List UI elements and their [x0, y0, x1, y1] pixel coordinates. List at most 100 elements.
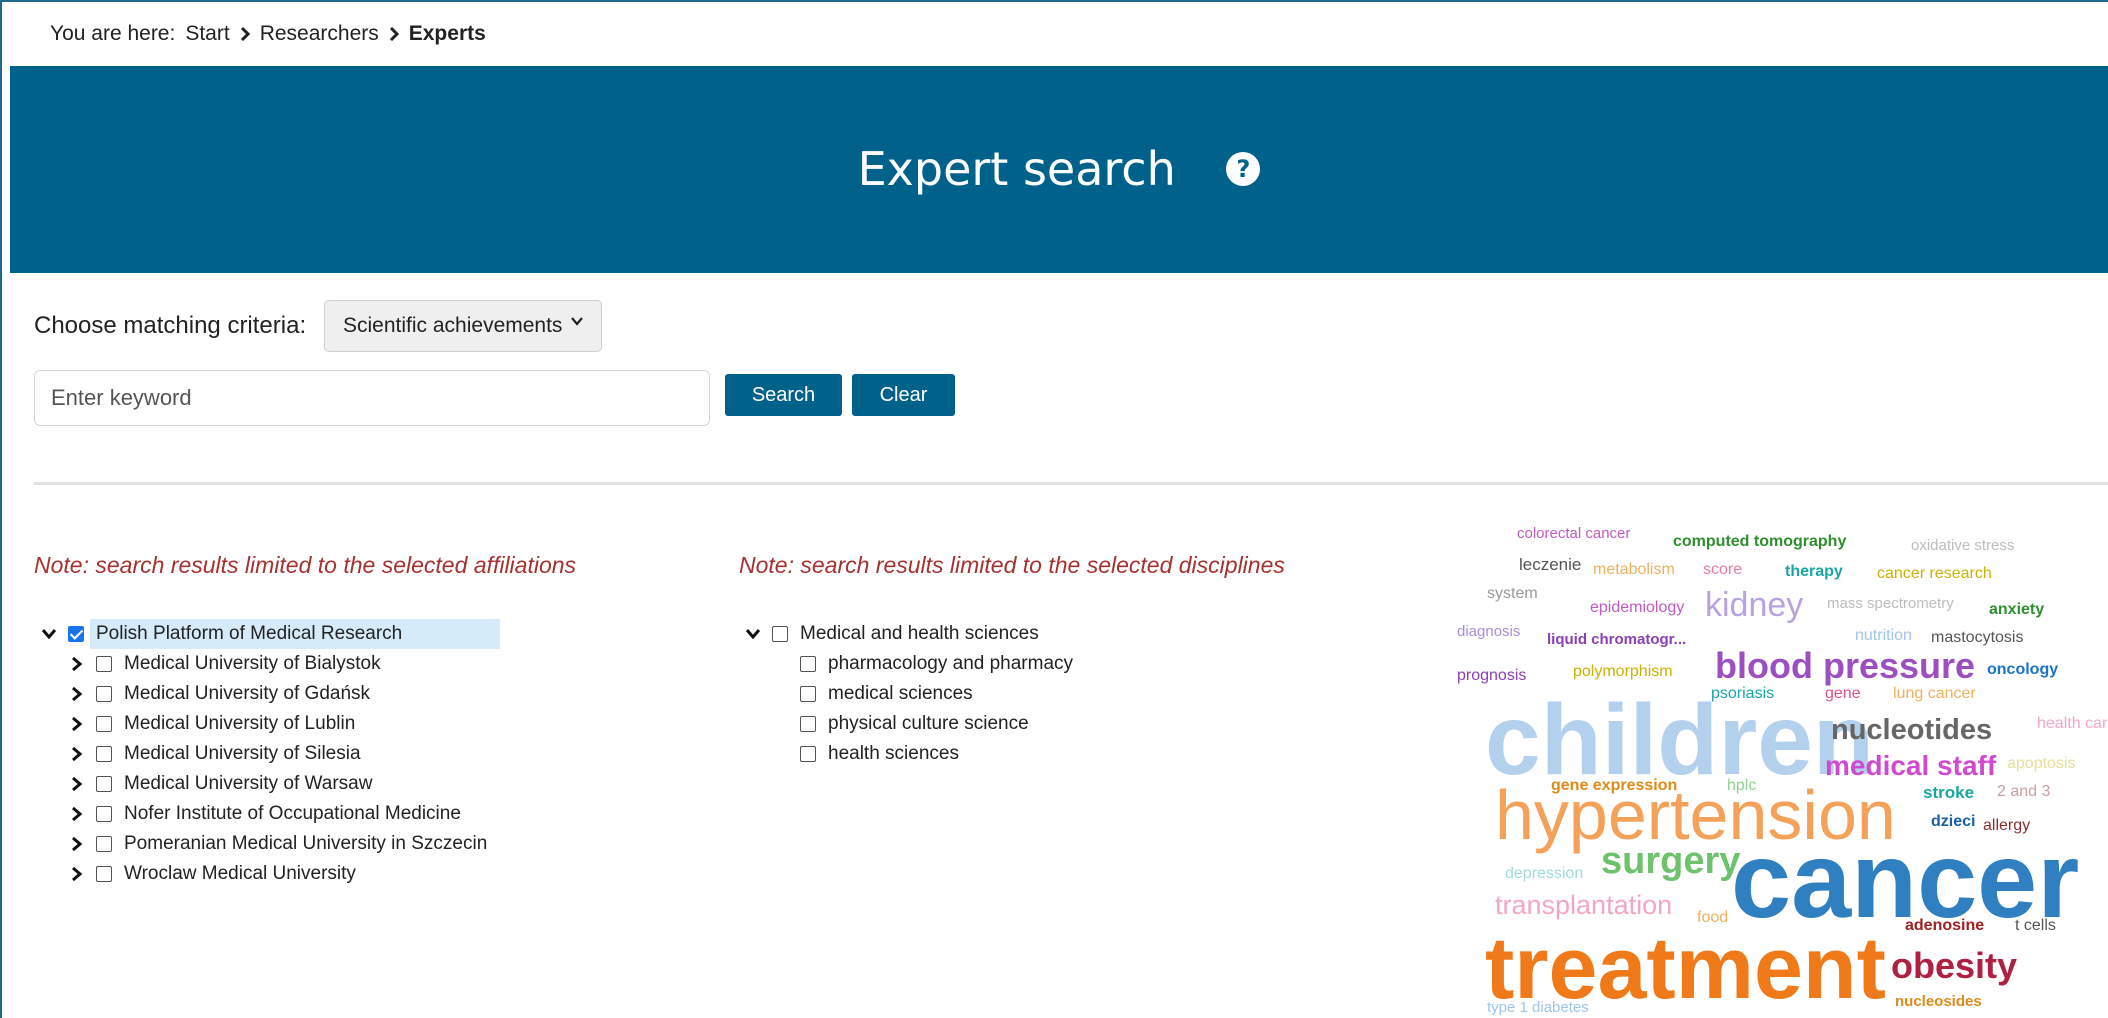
cloud-word[interactable]: colorectal cancer: [1517, 526, 1630, 541]
tree-item-affiliation[interactable]: Medical University of Silesia: [68, 739, 361, 769]
cloud-word[interactable]: obesity: [1891, 948, 2017, 984]
frame-left-border: [0, 0, 10, 1018]
page-banner: Expert search ?: [10, 66, 2108, 273]
tree-item-discipline[interactable]: pharmacology and pharmacy: [800, 649, 1073, 679]
tree-item-affiliation[interactable]: Medical University of Warsaw: [68, 769, 372, 799]
chevron-right-icon: [389, 27, 399, 41]
checkbox[interactable]: [800, 746, 816, 762]
cloud-word[interactable]: stroke: [1923, 784, 1974, 801]
tree-item-affiliation[interactable]: Medical University of Lublin: [68, 709, 355, 739]
cloud-word[interactable]: nucleotides: [1831, 716, 1992, 745]
cloud-word[interactable]: lung cancer: [1893, 686, 1976, 702]
chevron-down-icon[interactable]: [744, 625, 762, 643]
breadcrumb-researchers-link[interactable]: Researchers: [260, 22, 379, 46]
page-title: Expert search: [857, 142, 1176, 196]
checkbox[interactable]: [96, 836, 112, 852]
cloud-word[interactable]: epidemiology: [1590, 600, 1684, 616]
chevron-right-icon[interactable]: [68, 685, 86, 703]
tree-item-affiliation[interactable]: Pomeranian Medical University in Szczeci…: [68, 829, 487, 859]
search-button[interactable]: Search: [725, 374, 842, 416]
cloud-word[interactable]: therapy: [1785, 564, 1843, 580]
checkbox[interactable]: [96, 776, 112, 792]
chevron-down-icon[interactable]: [40, 625, 58, 643]
checkbox[interactable]: [96, 806, 112, 822]
cloud-word[interactable]: mastocytosis: [1931, 630, 2023, 646]
cloud-word[interactable]: computed tomography: [1673, 534, 1846, 550]
cloud-word[interactable]: 2 and 3: [1997, 784, 2050, 800]
cloud-word[interactable]: blood pressure: [1715, 648, 1975, 684]
checkbox[interactable]: [96, 746, 112, 762]
cloud-word[interactable]: adenosine: [1905, 918, 1984, 934]
tree-item-label: Medical University of Silesia: [124, 743, 361, 764]
tree-item-label: Medical University of Bialystok: [124, 653, 381, 674]
cloud-word[interactable]: diagnosis: [1457, 624, 1520, 639]
tree-item-label: pharmacology and pharmacy: [828, 653, 1074, 674]
tree-item-label: Medical University of Gdańsk: [124, 683, 371, 704]
cloud-word[interactable]: score: [1703, 562, 1742, 578]
cloud-word[interactable]: type 1 diabetes: [1487, 1000, 1589, 1015]
disciplines-note: Note: search results limited to the sele…: [739, 552, 1285, 578]
cloud-word[interactable]: prognosis: [1457, 668, 1526, 684]
checkbox[interactable]: [800, 716, 816, 732]
cloud-word[interactable]: metabolism: [1593, 562, 1675, 578]
tree-item-discipline[interactable]: physical culture science: [800, 709, 1029, 739]
criteria-select[interactable]: Scientific achievements: [324, 300, 602, 352]
checkbox[interactable]: [800, 656, 816, 672]
chevron-right-icon[interactable]: [68, 835, 86, 853]
breadcrumb-current: Experts: [408, 22, 486, 45]
cloud-word[interactable]: nucleosides: [1895, 994, 1982, 1009]
cloud-word[interactable]: mass spectrometry: [1827, 596, 1954, 611]
cloud-word[interactable]: polymorphism: [1573, 664, 1673, 680]
chevron-right-icon[interactable]: [68, 775, 86, 793]
chevron-right-icon[interactable]: [68, 865, 86, 883]
chevron-right-icon[interactable]: [68, 745, 86, 763]
clear-button[interactable]: Clear: [852, 374, 955, 416]
question-circle-icon[interactable]: ?: [1226, 151, 1261, 186]
cloud-word[interactable]: depression: [1505, 866, 1583, 882]
checkbox[interactable]: [96, 656, 112, 672]
frame-top-border: [0, 0, 2108, 2]
cloud-word[interactable]: anxiety: [1989, 602, 2044, 618]
cloud-word[interactable]: kidney: [1705, 588, 1803, 622]
checkbox-checked[interactable]: [68, 626, 84, 642]
breadcrumb-start-link[interactable]: Start: [185, 22, 229, 46]
cloud-word[interactable]: transplantation: [1495, 892, 1672, 919]
search-input[interactable]: [34, 370, 710, 426]
cloud-word[interactable]: t cells: [2015, 918, 2056, 934]
chevron-right-icon[interactable]: [68, 805, 86, 823]
tree-root-discipline[interactable]: Medical and health sciences: [744, 619, 1039, 649]
tree-root-label: Polish Platform of Medical Research: [96, 623, 403, 644]
tree-item-affiliation[interactable]: Wroclaw Medical University: [68, 859, 356, 889]
tree-item-affiliation[interactable]: Medical University of Gdańsk: [68, 679, 370, 709]
checkbox[interactable]: [96, 866, 112, 882]
tree-item-label: Medical University of Lublin: [124, 713, 356, 734]
cloud-word[interactable]: liquid chromatogr...: [1547, 632, 1686, 647]
cloud-word[interactable]: leczenie: [1519, 556, 1581, 573]
chevron-right-icon[interactable]: [68, 715, 86, 733]
affiliations-note: Note: search results limited to the sele…: [34, 552, 577, 578]
cloud-word[interactable]: cancer research: [1877, 566, 1992, 582]
cloud-word[interactable]: health care: [2037, 716, 2108, 732]
chevron-right-icon[interactable]: [68, 655, 86, 673]
checkbox[interactable]: [96, 686, 112, 702]
tree-item-label: Nofer Institute of Occupational Medicine: [124, 803, 461, 824]
tree-item-affiliation[interactable]: Nofer Institute of Occupational Medicine: [68, 799, 461, 829]
cloud-word[interactable]: system: [1487, 586, 1538, 602]
tree-item-label: physical culture science: [828, 713, 1029, 734]
tree-item-discipline[interactable]: medical sciences: [800, 679, 973, 709]
tree-item-label: health sciences: [828, 743, 959, 764]
cloud-word[interactable]: children: [1485, 690, 1874, 790]
tree-item-label: Pomeranian Medical University in Szczeci…: [124, 833, 488, 854]
tree-item-discipline[interactable]: health sciences: [800, 739, 959, 769]
checkbox[interactable]: [96, 716, 112, 732]
cloud-word[interactable]: surgery: [1601, 842, 1740, 880]
cloud-word[interactable]: nutrition: [1855, 628, 1912, 644]
breadcrumb: You are here: Start Researchers Experts: [50, 22, 486, 46]
cloud-word[interactable]: oncology: [1987, 662, 2058, 678]
cloud-word[interactable]: oxidative stress: [1911, 538, 2014, 553]
checkbox[interactable]: [800, 686, 816, 702]
tree-item-affiliation[interactable]: Medical University of Bialystok: [68, 649, 381, 679]
tree-root-affiliation[interactable]: Polish Platform of Medical Research: [40, 619, 402, 649]
checkbox[interactable]: [772, 626, 788, 642]
cloud-word[interactable]: apoptosis: [2007, 756, 2076, 772]
